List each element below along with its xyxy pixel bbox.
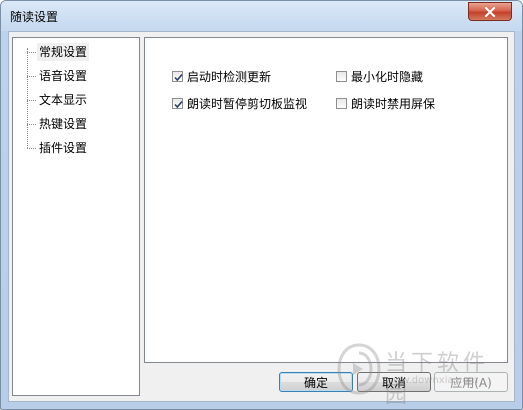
apply-button[interactable]: 应用(A) — [434, 372, 508, 392]
general-settings-panel: 启动时检测更新 最小化时隐藏 朗读时暂停剪切板监视 朗读时禁用屏保 — [144, 37, 508, 363]
checkmark-icon — [174, 100, 183, 108]
tree-item-general[interactable]: 常规设置 — [13, 42, 123, 62]
settings-tree: 常规设置 语音设置 文本显示 热键设置 插件设置 — [12, 37, 140, 396]
option-label: 朗读时禁用屏保 — [351, 96, 436, 111]
tree-connector — [27, 124, 36, 125]
title-bar[interactable]: 随读设置 — [1, 1, 522, 31]
tree-item-text-display[interactable]: 文本显示 — [13, 90, 123, 110]
close-icon — [484, 6, 496, 17]
hide-on-minimize-checkbox[interactable] — [336, 70, 347, 82]
window-title: 随读设置 — [10, 10, 59, 24]
tree-item-voice[interactable]: 语音设置 — [13, 66, 123, 86]
settings-window: 随读设置 常规设置 语音设置 文本显示 热键设置 插件设置 启动时检测更新 最小… — [0, 0, 523, 410]
tree-item-hotkeys[interactable]: 热键设置 — [13, 114, 123, 134]
tree-item-label: 文本显示 — [39, 93, 88, 107]
check-update-on-start-option[interactable]: 启动时检测更新 — [172, 68, 271, 84]
tree-connector — [27, 148, 36, 149]
cancel-button[interactable]: 取消 — [357, 372, 431, 392]
tree-item-plugins[interactable]: 插件设置 — [13, 138, 123, 158]
tree-connector — [27, 52, 36, 53]
dialog-body: 常规设置 语音设置 文本显示 热键设置 插件设置 启动时检测更新 最小化时隐藏 … — [8, 31, 515, 402]
ok-button[interactable]: 确定 — [279, 372, 353, 392]
option-label: 最小化时隐藏 — [351, 69, 424, 84]
tree-connector — [27, 100, 36, 101]
tree-item-label: 语音设置 — [39, 69, 88, 83]
tree-item-label: 插件设置 — [39, 141, 88, 155]
pause-clipboard-monitor-option[interactable]: 朗读时暂停剪切板监视 — [172, 95, 307, 111]
close-button[interactable] — [468, 2, 512, 21]
option-label: 朗读时暂停剪切板监视 — [187, 96, 308, 111]
disable-screensaver-option[interactable]: 朗读时禁用屏保 — [336, 95, 435, 111]
check-update-checkbox[interactable] — [172, 70, 183, 82]
hide-on-minimize-option[interactable]: 最小化时隐藏 — [336, 68, 423, 84]
tree-item-label: 常规设置 — [37, 43, 90, 61]
disable-screensaver-checkbox[interactable] — [336, 97, 347, 109]
option-label: 启动时检测更新 — [187, 69, 272, 84]
tree-item-label: 热键设置 — [39, 117, 88, 131]
checkmark-icon — [174, 73, 183, 81]
tree-connector — [27, 76, 36, 77]
pause-clipboard-checkbox[interactable] — [172, 97, 183, 109]
